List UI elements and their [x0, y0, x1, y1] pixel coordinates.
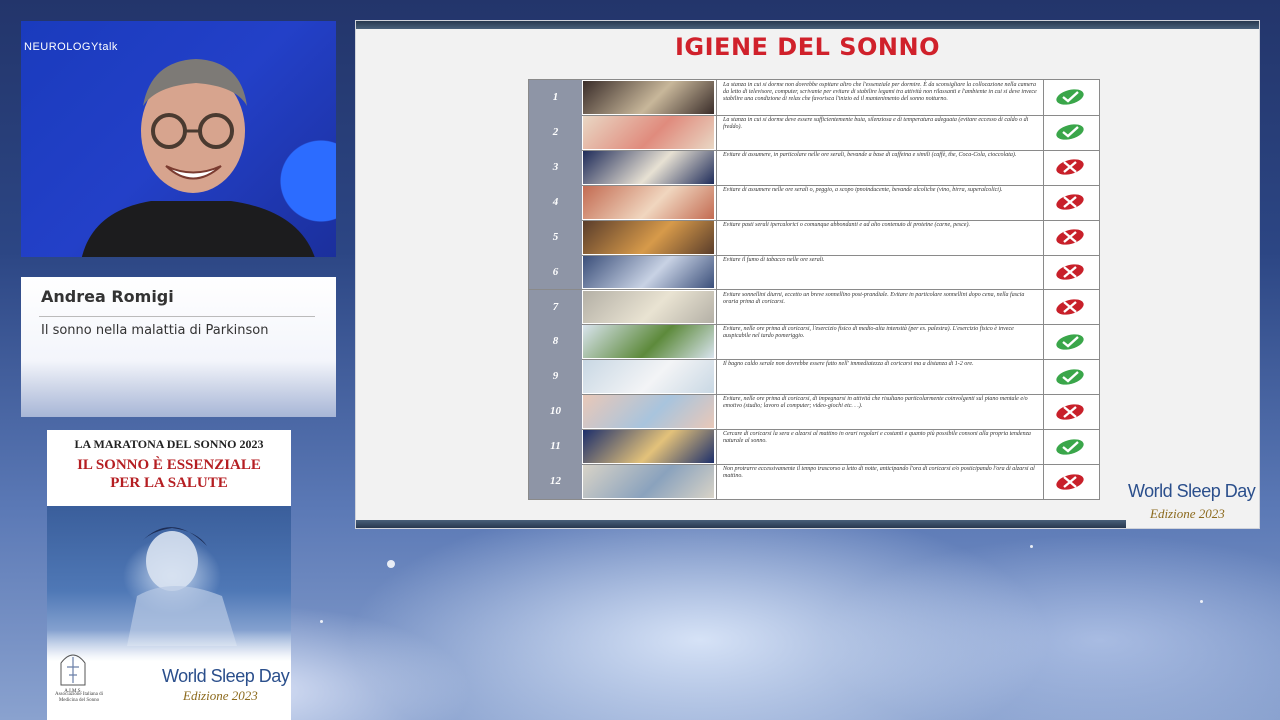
poster-edition: Edizione 2023	[183, 688, 258, 703]
speaker-name-panel: Andrea Romigi Il sonno nella malattia di…	[21, 277, 336, 417]
table-row: 1 La stanza in cui si dorme non dovrebbe …	[529, 80, 1099, 116]
row-illustration	[583, 360, 714, 394]
poster-association: Associazione Italiana di Medicina del So…	[54, 692, 104, 703]
row-illustration	[583, 185, 714, 219]
divider	[39, 316, 315, 317]
table-row: 12 Non protrarre eccessivamente il tempo …	[529, 464, 1099, 499]
row-text: Non protrarre eccessivamente il tempo tr…	[716, 464, 1044, 499]
cross-mark-icon	[1056, 473, 1084, 490]
cross-mark-icon	[1056, 404, 1084, 420]
row-number: 3	[529, 149, 582, 185]
poster-slogan: IL SONNO È ESSENZIALE PER LA SALUTE	[47, 456, 291, 492]
row-text: Evitare di assumere, in particolare nell…	[716, 149, 1044, 185]
row-text: Evitare pasti serali ipercalorici o comu…	[716, 219, 1044, 255]
row-text: La stanza in cui si dorme deve essere su…	[716, 114, 1044, 150]
table-row: 2 La stanza in cui si dorme deve essere s…	[529, 114, 1099, 151]
row-number: 9	[529, 359, 582, 395]
table-row: 11 Cercare di coricarsi la sera e alzarsi…	[529, 429, 1099, 466]
poster-slogan-line-1: IL SONNO È ESSENZIALE	[77, 457, 261, 473]
check-mark-icon	[1056, 89, 1084, 106]
row-text: Evitare di assumere nelle ore serali o, …	[716, 184, 1044, 220]
row-illustration	[583, 150, 714, 184]
row-text: Evitare, nelle ore prima di coricarsi, d…	[716, 394, 1044, 430]
check-mark-icon	[1056, 369, 1084, 385]
speaker-video: NEUROLOGYtalk	[21, 21, 336, 257]
row-number: 1	[529, 80, 582, 115]
row-illustration	[583, 430, 714, 464]
row-text: Evitare il fumo di tabacco nelle ore ser…	[716, 254, 1044, 290]
table-row: 6 Evitare il fumo di tabacco nelle ore se…	[529, 254, 1099, 291]
cross-mark-icon	[1056, 299, 1084, 315]
row-illustration	[583, 220, 714, 254]
poster-world-sleep-day-logo: World Sleep Day	[162, 666, 290, 686]
talk-title: Il sonno nella malattia di Parkinson	[41, 323, 269, 338]
table-row: 7 Evitare sonnellini diurni, eccetto un b…	[529, 289, 1099, 326]
background-star	[1200, 600, 1203, 603]
poster-slogan-line-2: PER LA SALUTE	[110, 475, 228, 491]
row-illustration	[583, 115, 714, 149]
table-row: 10 Evitare, nelle ore prima di coricarsi,…	[529, 394, 1099, 431]
table-row: 3 Evitare di assumere, in particolare nel…	[529, 149, 1099, 186]
row-text: La stanza in cui si dorme non dovrebbe o…	[716, 80, 1044, 115]
row-illustration	[583, 290, 714, 324]
row-illustration	[583, 255, 714, 289]
background-star	[387, 560, 395, 568]
slide-title: IGIENE DEL SONNO	[674, 33, 940, 61]
row-number: 6	[529, 254, 582, 290]
table-row: 9 Il bagno caldo serale non dovrebbe esse…	[529, 359, 1099, 396]
row-number: 2	[529, 114, 582, 150]
table-row: 5 Evitare pasti serali ipercalorici o com…	[529, 219, 1099, 256]
aims-logo-icon: A.I.M.S.	[60, 654, 86, 694]
row-illustration	[583, 325, 714, 359]
slide-top-bar	[356, 21, 1259, 29]
event-poster: LA MARATONA DEL SONNO 2023 IL SONNO È ES…	[47, 430, 291, 720]
row-text: Evitare, nelle ore prima di coricarsi, l…	[716, 324, 1044, 360]
speaker-name: Andrea Romigi	[41, 287, 174, 306]
check-mark-icon	[1056, 124, 1084, 141]
row-number: 5	[529, 219, 582, 255]
row-number: 8	[529, 324, 582, 360]
presentation-slide: IGIENE DEL SONNO 1 La stanza in cui si do…	[356, 21, 1259, 528]
table-row: 8 Evitare, nelle ore prima di coricarsi, …	[529, 324, 1099, 361]
cross-mark-icon	[1056, 229, 1084, 245]
slide-world-sleep-day-logo: World Sleep Day	[1128, 481, 1256, 501]
cross-mark-icon	[1056, 264, 1084, 280]
row-number: 11	[529, 429, 582, 465]
row-text: Il bagno caldo serale non dovrebbe esser…	[716, 359, 1044, 395]
cross-mark-icon	[1056, 194, 1084, 210]
row-number: 4	[529, 184, 582, 220]
row-illustration	[583, 81, 714, 114]
slide-bottom-bar	[356, 520, 1126, 528]
row-number: 10	[529, 394, 582, 430]
background-star	[1030, 545, 1033, 548]
row-number: 12	[529, 464, 582, 499]
row-text: Cercare di coricarsi la sera e alzarsi a…	[716, 429, 1044, 465]
row-text: Evitare sonnellini diurni, eccetto un br…	[716, 289, 1044, 325]
row-number: 7	[529, 289, 582, 325]
check-mark-icon	[1056, 438, 1084, 455]
speaker-silhouette	[82, 59, 315, 257]
table-row: 4 Evitare di assumere nelle ore serali o,…	[529, 184, 1099, 221]
background-star	[320, 620, 323, 623]
row-illustration	[583, 465, 714, 498]
row-illustration	[583, 395, 714, 429]
sleep-hygiene-table: 1 La stanza in cui si dorme non dovrebbe …	[528, 79, 1100, 500]
check-mark-icon	[1056, 334, 1084, 350]
poster-event-title: LA MARATONA DEL SONNO 2023	[74, 437, 264, 451]
slide-edition: Edizione 2023	[1150, 506, 1225, 521]
cross-mark-icon	[1056, 159, 1084, 175]
